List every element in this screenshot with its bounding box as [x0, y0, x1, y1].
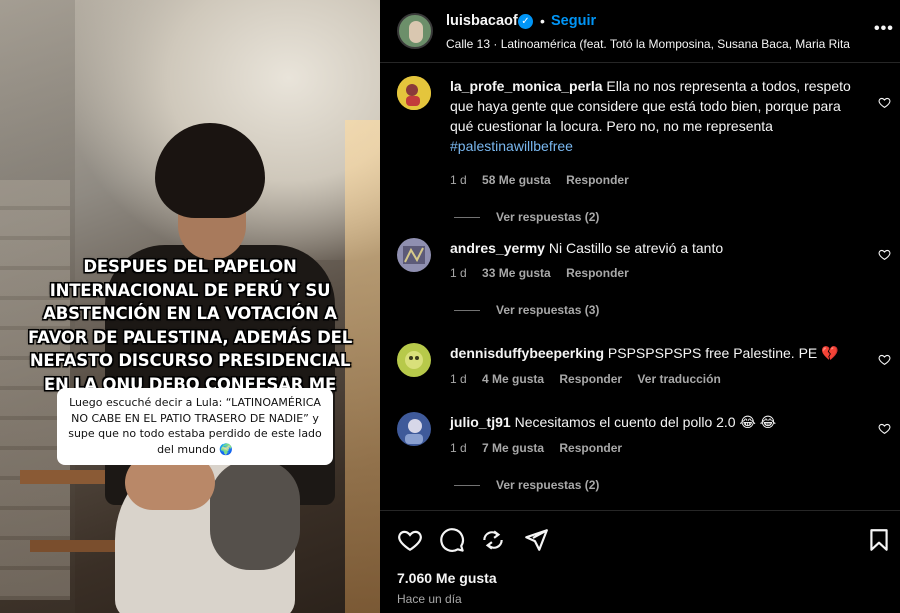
commenter-avatar[interactable]: [397, 412, 431, 446]
comment-likes[interactable]: 58 Me gusta: [482, 173, 551, 187]
more-icon[interactable]: •••: [874, 20, 894, 38]
comment-username[interactable]: julio_tj91: [450, 414, 511, 430]
comment-text: PSPSPSPSPS free Palestine. PE 💔: [607, 345, 839, 361]
post-actions-bar: 7.060 Me gusta Hace un día: [380, 510, 900, 613]
comment-time: 1 d: [450, 441, 467, 455]
comments-list[interactable]: la_profe_monica_perla Ella no nos repres…: [380, 64, 900, 510]
comment-text: Necesitamos el cuento del pollo 2.0 😂 😂: [514, 414, 777, 430]
comment-meta: 1 d 58 Me gusta Responder: [450, 173, 641, 187]
commenter-avatar[interactable]: [397, 76, 431, 110]
comment-username[interactable]: la_profe_monica_perla: [450, 78, 603, 94]
view-replies-button[interactable]: Ver respuestas (3): [454, 303, 599, 317]
like-comment-heart-icon[interactable]: [878, 353, 891, 366]
post-side-panel: luisbacaof ✓ • Seguir Calle 13 · Latinoa…: [380, 0, 900, 613]
reply-button[interactable]: Responder: [559, 441, 622, 455]
comment-time: 1 d: [450, 173, 467, 187]
commenter-avatar[interactable]: [397, 343, 431, 377]
verified-icon: ✓: [518, 14, 533, 29]
post-likes-count[interactable]: 7.060 Me gusta: [397, 570, 497, 586]
comment-likes[interactable]: 7 Me gusta: [482, 441, 544, 455]
comment-icon[interactable]: [439, 527, 465, 553]
comment-meta: 1 d 4 Me gusta Responder Ver traducción: [450, 372, 733, 386]
bookmark-icon[interactable]: [866, 527, 892, 553]
translate-button[interactable]: Ver traducción: [637, 372, 720, 386]
reply-button[interactable]: Responder: [566, 266, 629, 280]
comment-text: Ni Castillo se atrevió a tanto: [548, 240, 724, 256]
comment-hashtag[interactable]: #palestinawillbefree: [450, 138, 573, 154]
view-replies-button[interactable]: Ver respuestas (2): [454, 210, 599, 224]
comment-text-block: dennisduffybeeperking PSPSPSPSPS free Pa…: [450, 343, 862, 363]
like-comment-heart-icon[interactable]: [878, 248, 891, 261]
like-comment-heart-icon[interactable]: [878, 422, 891, 435]
comment-time: 1 d: [450, 266, 467, 280]
comment-text-block: la_profe_monica_perla Ella no nos repres…: [450, 76, 862, 156]
comment-text-block: andres_yermy Ni Castillo se atrevió a ta…: [450, 238, 862, 258]
share-icon[interactable]: [480, 527, 506, 553]
audio-track-label[interactable]: Calle 13 · Latinoamérica (feat. Totó la …: [446, 37, 850, 51]
comment-likes[interactable]: 4 Me gusta: [482, 372, 544, 386]
comment-meta: 1 d 7 Me gusta Responder: [450, 441, 634, 455]
reply-button[interactable]: Responder: [559, 372, 622, 386]
heart-icon[interactable]: [397, 527, 423, 553]
reply-button[interactable]: Responder: [566, 173, 629, 187]
instagram-post-view: DESPUES DEL PAPELON INTERNACIONAL DE PER…: [0, 0, 900, 613]
comment-time: 1 d: [450, 372, 467, 386]
commenter-avatar[interactable]: [397, 238, 431, 272]
post-timestamp: Hace un día: [397, 592, 462, 606]
comment-text-block: julio_tj91 Necesitamos el cuento del pol…: [450, 412, 862, 432]
author-avatar[interactable]: [397, 13, 433, 49]
separator-dot: •: [540, 13, 545, 29]
comment-likes[interactable]: 33 Me gusta: [482, 266, 551, 280]
comment-meta: 1 d 33 Me gusta Responder: [450, 266, 641, 280]
post-video[interactable]: DESPUES DEL PAPELON INTERNACIONAL DE PER…: [0, 0, 380, 613]
cat-patch: [210, 460, 300, 570]
comment-username[interactable]: andres_yermy: [450, 240, 545, 256]
view-replies-button[interactable]: Ver respuestas (2): [454, 478, 599, 492]
comment-username[interactable]: dennisduffybeeperking: [450, 345, 604, 361]
video-caption-box: Luego escuché decir a Lula: “LATINOAMÉRI…: [57, 388, 333, 465]
author-username[interactable]: luisbacaof: [446, 13, 518, 29]
like-comment-heart-icon[interactable]: [878, 96, 891, 109]
post-header: luisbacaof ✓ • Seguir Calle 13 · Latinoa…: [380, 0, 900, 63]
follow-button[interactable]: Seguir: [551, 13, 596, 29]
send-icon[interactable]: [523, 527, 549, 553]
